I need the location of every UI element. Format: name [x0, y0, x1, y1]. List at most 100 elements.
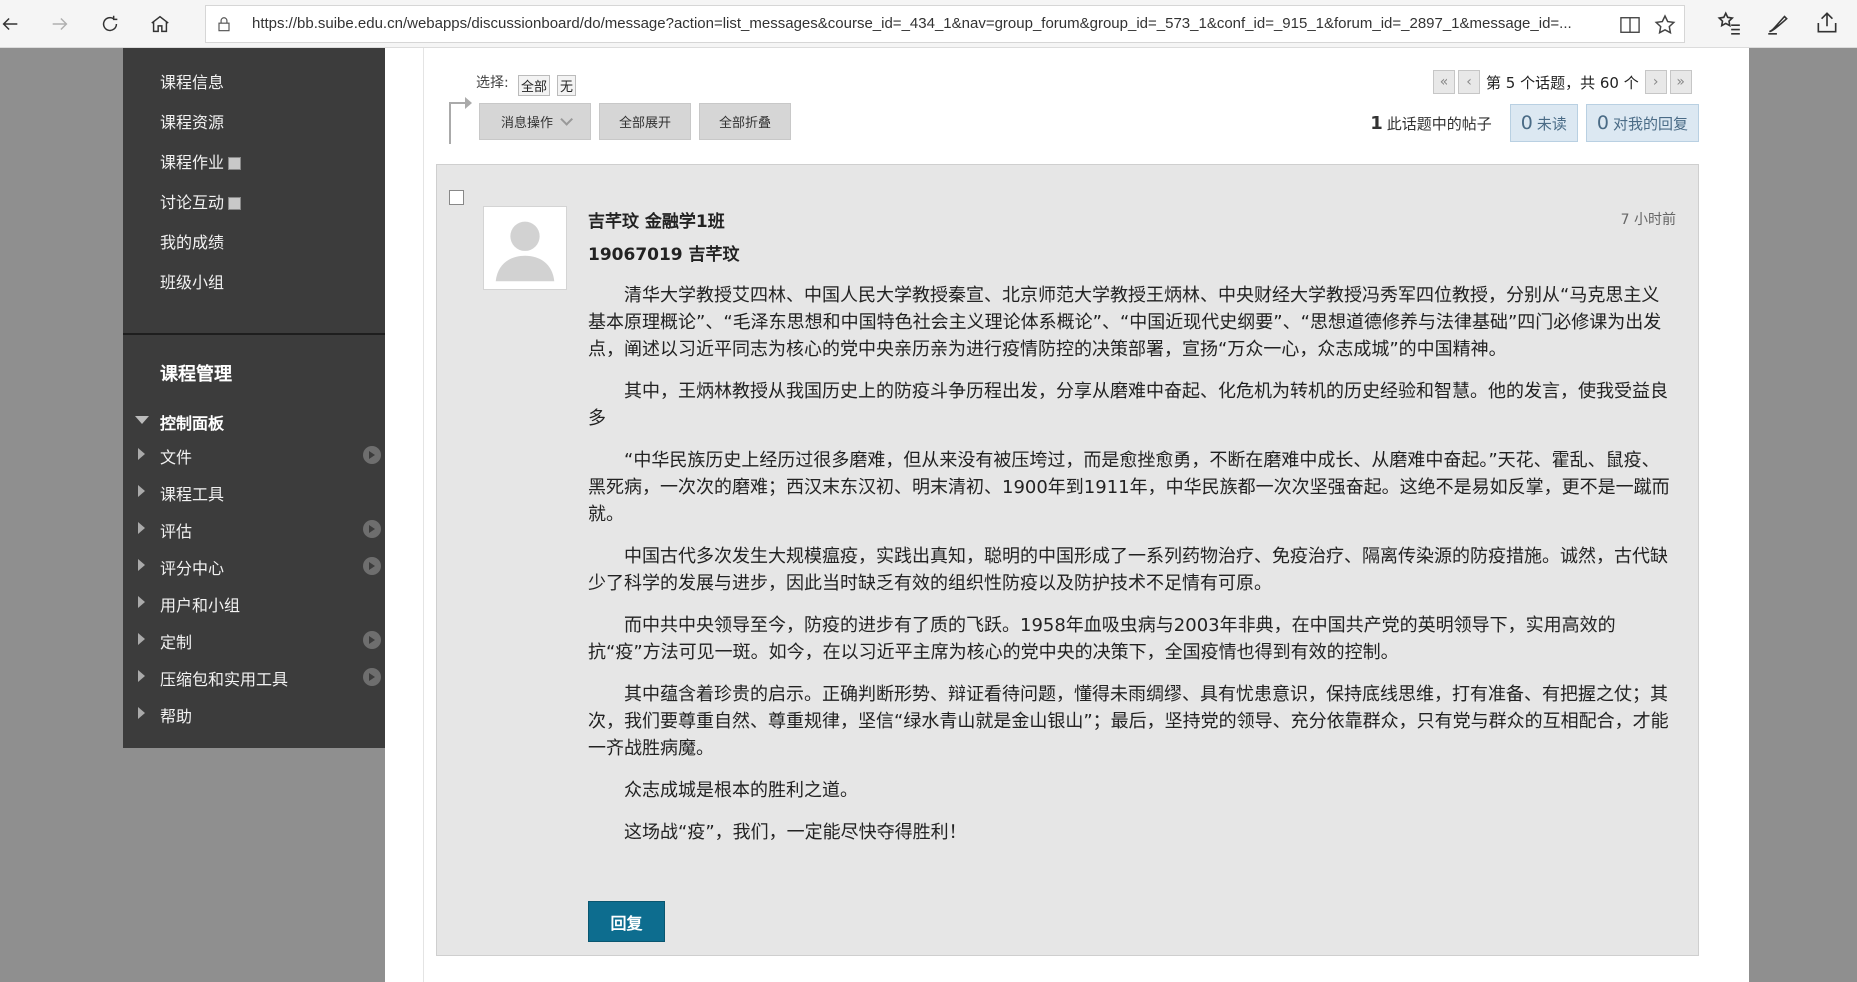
message-actions-button[interactable]: 消息操作	[479, 103, 591, 140]
chevron-down-icon	[560, 113, 573, 126]
posts-count: 1	[1370, 112, 1383, 134]
sidebar-item-my-grades[interactable]: 我的成绩	[160, 229, 224, 253]
address-bar[interactable]: https://bb.suibe.edu.cn/webapps/discussi…	[205, 5, 1685, 43]
collapse-all-label: 全部折叠	[718, 116, 771, 131]
share-icon[interactable]	[1814, 10, 1842, 38]
sidebar-divider	[123, 333, 385, 335]
replies-to-me-button[interactable]: 0 对我的回复	[1585, 104, 1699, 142]
content-left-rule	[423, 48, 424, 982]
url-text[interactable]: https://bb.suibe.edu.cn/webapps/discussi…	[252, 15, 1622, 32]
posts-in-thread: 1 此话题中的帖子	[1370, 113, 1492, 134]
control-panel-item-label: 定制	[160, 633, 193, 652]
expand-arrow-icon	[138, 485, 145, 497]
control-panel-item-label: 评分中心	[160, 559, 225, 578]
first-page-icon[interactable]: «	[1433, 70, 1455, 94]
control-panel-item-course-tools[interactable]: 课程工具	[123, 477, 385, 507]
reading-view-icon[interactable]	[1619, 15, 1641, 35]
control-panel-item-users-groups[interactable]: 用户和小组	[123, 588, 385, 618]
sidebar-item-label: 课程信息	[160, 73, 225, 92]
expand-arrow-icon	[138, 559, 145, 571]
go-arrow-icon[interactable]	[363, 631, 381, 649]
post-paragraph: 其中蕴含着珍贵的启示。正确判断形势、辩证看待问题，懂得未雨绸缪、具有忧患意识，保…	[588, 684, 1669, 759]
avatar	[483, 206, 567, 290]
last-page-icon[interactable]: »	[1669, 70, 1692, 94]
expand-all-button[interactable]: 全部展开	[599, 103, 691, 140]
favorite-star-icon[interactable]	[1653, 13, 1677, 37]
control-panel-item-evaluation[interactable]: 评估	[123, 514, 385, 544]
sidebar-item-label: 课程作业	[160, 153, 225, 172]
course-management-heading: 课程管理	[160, 364, 232, 385]
sidebar-item-label: 课程资源	[160, 113, 225, 132]
back-icon[interactable]	[0, 7, 28, 41]
control-panel-item-label: 帮助	[160, 707, 193, 726]
pager-text: 第 5 个话题，共 60 个	[1486, 73, 1639, 92]
post-select-checkbox[interactable]	[449, 190, 464, 205]
post-paragraph: “中华民族历史上经历过很多磨难，但从来没有被压垮过，而是愈挫愈勇，不断在磨难中成…	[588, 450, 1670, 525]
collapse-caret-icon[interactable]	[135, 416, 149, 424]
discussion-thread-content: 选择: 全部 无 消息操作 全部展开 全部折叠 « ‹ 第 5 个话题，共 60…	[385, 48, 1749, 982]
go-arrow-icon[interactable]	[363, 668, 381, 686]
next-page-icon[interactable]: ›	[1644, 70, 1667, 94]
posts-label: 此话题中的帖子	[1386, 114, 1492, 133]
control-panel-item-grade-center[interactable]: 评分中心	[123, 551, 385, 581]
course-menu-sidebar: 课程信息 课程资源 课程作业 讨论互动 我的成绩 班级小组 课程管理 控制面板 …	[123, 48, 385, 748]
favorites-list-icon[interactable]	[1716, 10, 1744, 38]
select-none-link[interactable]: 无	[557, 75, 577, 96]
go-arrow-icon[interactable]	[363, 446, 381, 464]
control-panel-item-files[interactable]: 文件	[123, 440, 385, 470]
control-panel-item-customization[interactable]: 定制	[123, 625, 385, 655]
sidebar-item-label: 班级小组	[160, 273, 225, 292]
forward-icon[interactable]	[42, 7, 78, 41]
replies-label: 对我的回复	[1612, 114, 1688, 133]
control-panel-item-help[interactable]: 帮助	[123, 699, 385, 729]
expand-arrow-icon	[138, 522, 145, 534]
sidebar-item-assignments[interactable]: 课程作业	[160, 149, 242, 173]
replies-count: 0	[1596, 112, 1609, 134]
home-icon[interactable]	[142, 7, 178, 41]
post-timestamp: 7 小时前	[1620, 212, 1676, 228]
unread-label: 未读	[1536, 114, 1567, 133]
edit-content-icon	[228, 197, 242, 210]
post-author[interactable]: 吉芊玟 金融学1班	[588, 207, 725, 232]
select-all-link[interactable]: 全部	[518, 75, 551, 96]
refresh-icon[interactable]	[92, 7, 128, 41]
control-panel-title[interactable]: 控制面板	[160, 410, 224, 434]
sidebar-item-course-info[interactable]: 课程信息	[160, 69, 224, 93]
select-label: 选择:	[476, 75, 509, 91]
go-arrow-icon[interactable]	[363, 520, 381, 538]
control-panel-item-label: 压缩包和实用工具	[160, 670, 289, 689]
reply-button[interactable]: 回复	[588, 901, 665, 942]
control-panel-item-label: 评估	[160, 522, 193, 541]
sidebar-item-discussion[interactable]: 讨论互动	[160, 189, 242, 213]
sidebar-item-class-groups[interactable]: 班级小组	[160, 269, 224, 293]
collapse-all-button[interactable]: 全部折叠	[699, 103, 791, 140]
thread-stats: 1 此话题中的帖子 0 未读 0 对我的回复	[1370, 104, 1699, 142]
expand-all-label: 全部展开	[618, 116, 671, 131]
post-paragraph: 众志成城是根本的胜利之道。	[624, 780, 858, 801]
control-panel-item-label: 文件	[160, 448, 193, 467]
unread-button[interactable]: 0 未读	[1509, 104, 1578, 142]
sidebar-item-course-resources[interactable]: 课程资源	[160, 109, 224, 133]
sidebar-item-label: 我的成绩	[160, 233, 225, 252]
expand-arrow-icon	[138, 596, 145, 608]
go-arrow-icon[interactable]	[363, 557, 381, 575]
unread-count: 0	[1520, 112, 1533, 134]
post-paragraph: 而中共中央领导至今，防疫的进步有了质的飞跃。1958年血吸虫病与2003年非典，…	[588, 615, 1616, 663]
post-paragraph: 清华大学教授艾四林、中国人民大学教授秦宣、北京师范大学教授王炳林、中央财经大学教…	[588, 285, 1662, 360]
post-body: 清华大学教授艾四林、中国人民大学教授秦宣、北京师范大学教授王炳林、中央财经大学教…	[588, 282, 1673, 861]
new-content-icon	[228, 157, 242, 170]
selection-bracket-icon	[449, 97, 472, 144]
post-paragraph: 中国古代多次发生大规模瘟疫，实践出真知，聪明的中国形成了一系列药物治疗、免疫治疗…	[588, 546, 1668, 594]
lock-icon	[214, 14, 234, 34]
message-actions-label: 消息操作	[500, 116, 553, 131]
post-paragraph: 其中，王炳林教授从我国历史上的防疫斗争历程出发，分享从磨难中奋起、化危机为转机的…	[588, 381, 1668, 429]
post-paragraph: 这场战“疫”，我们，一定能尽快夺得胜利！	[624, 822, 967, 843]
topic-pager: « ‹ 第 5 个话题，共 60 个 › »	[1433, 70, 1692, 94]
previous-page-icon[interactable]: ‹	[1458, 70, 1480, 94]
control-panel-item-packages-utilities[interactable]: 压缩包和实用工具	[123, 662, 385, 692]
expand-arrow-icon	[138, 633, 145, 645]
expand-arrow-icon	[138, 670, 145, 682]
pen-icon[interactable]	[1765, 10, 1793, 38]
control-panel-item-label: 课程工具	[160, 485, 225, 504]
discussion-post: 吉芊玟 金融学1班 19067019 吉芊玟 7 小时前 清华大学教授艾四林、中…	[436, 164, 1699, 956]
